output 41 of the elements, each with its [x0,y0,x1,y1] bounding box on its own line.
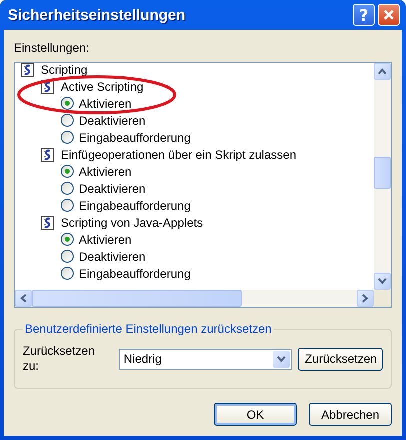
dialog-button[interactable]: OK [214,403,297,426]
scrollbar-thumb[interactable] [32,290,242,307]
radio-button[interactable] [61,233,74,246]
radio-button[interactable] [61,267,74,280]
option-label: Deaktivieren [79,250,146,264]
script-icon [40,146,56,162]
reset-button[interactable]: Zurücksetzen [298,348,383,370]
level-dropdown[interactable]: Niedrig [118,348,292,370]
scrollbar-corner [374,290,391,307]
close-button[interactable] [378,4,400,26]
radio-button[interactable] [61,114,74,127]
script-icon [40,214,56,230]
category-label: Scripting [41,63,88,76]
reset-to-label: Zurücksetzen zu: [23,344,96,374]
option-label: Eingabeaufforderung [79,198,191,212]
setting-label: Active Scripting [61,80,144,94]
option-label: Deaktivieren [79,182,146,196]
vertical-scrollbar[interactable] [374,63,391,290]
option-label: Aktivieren [79,96,132,110]
group-title: Benutzerdefinierte Einstellungen zurücksetzen [24,322,273,336]
setting-label: Einfügeoperationen über ein Skript zulassen [61,148,296,162]
window-title: Sicherheitseinstellungen [8,6,187,24]
close-icon [383,9,395,21]
help-button[interactable]: ? [353,4,375,26]
horizontal-scrollbar[interactable] [15,290,374,307]
radio-button[interactable] [61,182,74,195]
radio-button[interactable] [61,250,74,263]
caret-icon [277,356,286,362]
option-label: Eingabeaufforderung [79,266,191,280]
option-label: Aktivieren [79,164,132,178]
radio-button[interactable] [61,165,74,178]
radio-button[interactable] [61,131,74,144]
option-label: Eingabeaufforderung [79,130,191,144]
setting-label: Scripting von Java-Applets [61,216,204,230]
radio-button[interactable] [61,97,74,110]
option-label: Deaktivieren [79,114,146,128]
settings-label: Einstellungen: [14,41,90,56]
scrollbar-thumb[interactable] [374,157,391,189]
option-label: Aktivieren [79,232,132,246]
radio-button[interactable] [61,199,74,212]
dialog-button[interactable]: Abbrechen [309,403,392,426]
